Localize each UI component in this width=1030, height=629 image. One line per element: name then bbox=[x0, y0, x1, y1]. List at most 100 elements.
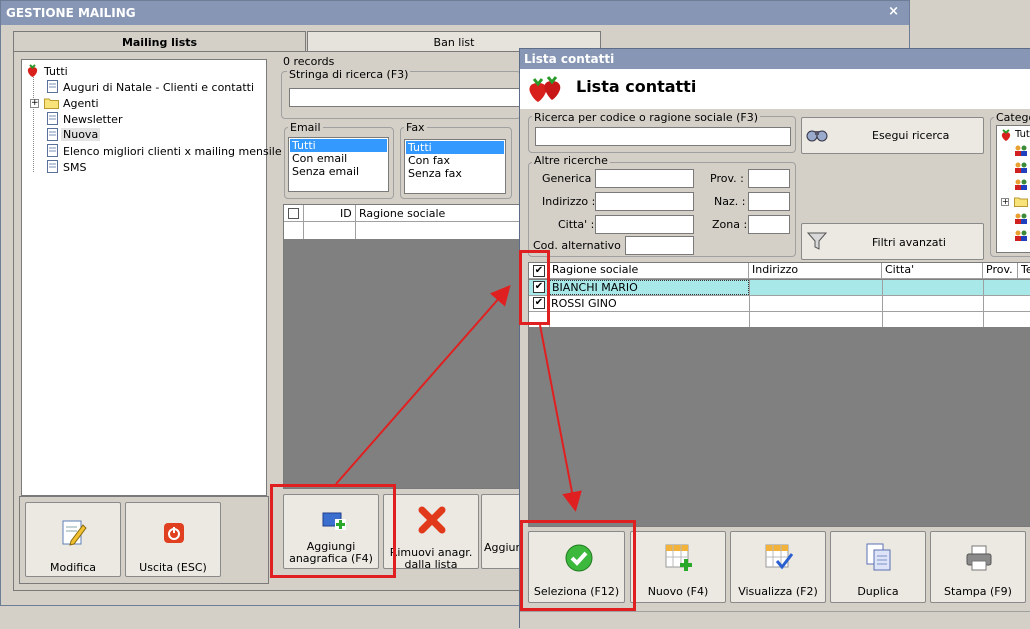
search-input[interactable] bbox=[289, 88, 521, 107]
fax-listbox[interactable]: Tutti Con fax Senza fax bbox=[404, 139, 506, 194]
grid-divider bbox=[882, 312, 883, 327]
fax-option[interactable]: Senza fax bbox=[405, 167, 505, 180]
strawberries-icon bbox=[526, 75, 564, 103]
rimuovi-label-2: dalla lista bbox=[404, 558, 458, 571]
altre-ricerche-label: Altre ricerche bbox=[532, 154, 610, 167]
email-listbox[interactable]: Tutti Con email Senza email bbox=[288, 137, 389, 192]
citta-label: Citta' : bbox=[558, 218, 595, 231]
contacts-window-title: Lista contatti bbox=[524, 52, 615, 66]
folder-icon bbox=[44, 97, 59, 109]
binoculars-icon bbox=[806, 126, 828, 142]
mailing-list-tree[interactable]: Tutti Auguri di Natale - Clienti e conta… bbox=[21, 59, 282, 496]
cod-alternativo-input[interactable] bbox=[625, 236, 694, 255]
indirizzo-input[interactable] bbox=[595, 192, 694, 211]
col-ragione[interactable]: Ragione sociale bbox=[359, 207, 445, 220]
tree-line bbox=[33, 77, 34, 172]
table-row[interactable]: ✔ BIANCHI MARIO bbox=[529, 280, 1030, 296]
col-prov[interactable]: Prov. bbox=[983, 263, 1018, 278]
indirizzo-label: Indirizzo : bbox=[542, 195, 596, 208]
fax-option[interactable]: Tutti bbox=[406, 141, 504, 154]
grid-divider bbox=[355, 205, 356, 239]
tree-item-sms[interactable]: SMS bbox=[63, 161, 86, 174]
document-icon bbox=[47, 128, 58, 141]
rimuovi-button[interactable]: Rimuovi anagr. dalla lista bbox=[383, 494, 479, 571]
filtri-avanzati-label: Filtri avanzati bbox=[872, 236, 946, 249]
strawberry-icon bbox=[26, 64, 39, 77]
categorie-tree[interactable]: Tut + bbox=[996, 125, 1030, 253]
group-icon bbox=[1014, 179, 1028, 191]
tree-root-label[interactable]: Tutti bbox=[44, 65, 68, 78]
modifica-button[interactable]: Modifica bbox=[25, 502, 121, 577]
uscita-button[interactable]: Uscita (ESC) bbox=[125, 502, 221, 577]
tree-item-newsletter[interactable]: Newsletter bbox=[63, 113, 122, 126]
citta-input[interactable] bbox=[595, 215, 694, 234]
grid-divider bbox=[303, 205, 304, 239]
zona-input[interactable] bbox=[748, 215, 790, 234]
grid-divider bbox=[983, 296, 984, 311]
nuovo-button[interactable]: Nuovo (F4) bbox=[630, 531, 726, 603]
group-icon bbox=[1014, 230, 1028, 242]
col-citta[interactable]: Citta' bbox=[882, 263, 983, 278]
generica-input[interactable] bbox=[595, 169, 694, 188]
prov-label: Prov. : bbox=[710, 172, 744, 185]
esegui-ricerca-button[interactable]: Esegui ricerca bbox=[801, 117, 984, 154]
duplica-button[interactable]: Duplica bbox=[830, 531, 926, 603]
filtri-avanzati-button[interactable]: Filtri avanzati bbox=[801, 223, 984, 260]
stampa-label: Stampa (F9) bbox=[944, 585, 1012, 598]
code-search-label: Ricerca per codice o ragione sociale (F3… bbox=[532, 111, 761, 124]
funnel-icon bbox=[806, 231, 828, 251]
duplica-label: Duplica bbox=[857, 585, 899, 598]
naz-label: Naz. : bbox=[714, 195, 746, 208]
main-window-title: GESTIONE MAILING bbox=[6, 6, 136, 20]
grid-divider bbox=[749, 312, 750, 327]
fax-option[interactable]: Con fax bbox=[405, 154, 505, 167]
view-grid-icon bbox=[765, 544, 794, 572]
uscita-label: Uscita (ESC) bbox=[139, 561, 207, 574]
tab-label: Mailing lists bbox=[121, 36, 198, 49]
row-ragione-sociale[interactable]: ROSSI GINO bbox=[551, 297, 617, 310]
document-icon bbox=[47, 80, 58, 93]
annotation-box-checkboxes bbox=[519, 250, 550, 325]
col-tel[interactable]: Te bbox=[1018, 263, 1030, 278]
expand-icon[interactable]: + bbox=[1001, 198, 1009, 206]
remove-x-icon bbox=[417, 505, 447, 535]
left-grid-header: ID Ragione sociale bbox=[284, 205, 520, 239]
col-indirizzo[interactable]: Indirizzo bbox=[749, 263, 882, 278]
email-option[interactable]: Con email bbox=[289, 152, 388, 165]
expand-icon[interactable]: + bbox=[30, 99, 39, 108]
naz-input[interactable] bbox=[748, 192, 790, 211]
email-option[interactable]: Senza email bbox=[289, 165, 388, 178]
close-icon[interactable]: × bbox=[888, 4, 899, 19]
checkbox-all[interactable] bbox=[288, 208, 299, 219]
tree-item-agenti[interactable]: Agenti bbox=[63, 97, 99, 110]
stampa-button[interactable]: Stampa (F9) bbox=[930, 531, 1026, 603]
contacts-grid-header: Ragione sociale Indirizzo Citta' Prov. T… bbox=[529, 263, 1030, 279]
email-option[interactable]: Tutti bbox=[290, 139, 387, 152]
aggiungi-other-button[interactable]: Aggiung bbox=[481, 494, 529, 569]
code-search-input[interactable] bbox=[535, 127, 791, 146]
nuovo-label: Nuovo (F4) bbox=[647, 585, 709, 598]
row-ragione-sociale[interactable]: BIANCHI MARIO bbox=[549, 280, 749, 295]
fax-label: Fax bbox=[404, 121, 427, 134]
tree-item-elenco[interactable]: Elenco migliori clienti x mailing mensil… bbox=[63, 145, 282, 158]
zona-label: Zona : bbox=[712, 218, 748, 231]
folder-icon bbox=[1014, 196, 1028, 207]
group-icon bbox=[1014, 145, 1028, 157]
table-row[interactable]: ✔ ROSSI GINO bbox=[529, 296, 1030, 312]
grid-divider bbox=[749, 280, 750, 295]
prov-input[interactable] bbox=[748, 169, 790, 188]
grid-divider bbox=[749, 296, 750, 311]
visualizza-button[interactable]: Visualizza (F2) bbox=[730, 531, 826, 603]
tab-mailing-lists[interactable]: Mailing lists bbox=[13, 31, 306, 52]
categorie-root[interactable]: Tut bbox=[1015, 129, 1030, 140]
strawberry-icon bbox=[1000, 129, 1012, 141]
tree-item-auguri[interactable]: Auguri di Natale - Clienti e contatti bbox=[63, 81, 254, 94]
tree-item-nuova[interactable]: Nuova bbox=[61, 128, 101, 141]
col-ragione-sociale[interactable]: Ragione sociale bbox=[549, 263, 749, 278]
group-icon bbox=[1014, 162, 1028, 174]
edit-icon bbox=[61, 519, 87, 547]
duplicate-icon bbox=[865, 542, 893, 572]
categorie-label: Catego bbox=[994, 111, 1030, 124]
col-id[interactable]: ID bbox=[340, 207, 352, 220]
power-icon bbox=[163, 522, 185, 544]
